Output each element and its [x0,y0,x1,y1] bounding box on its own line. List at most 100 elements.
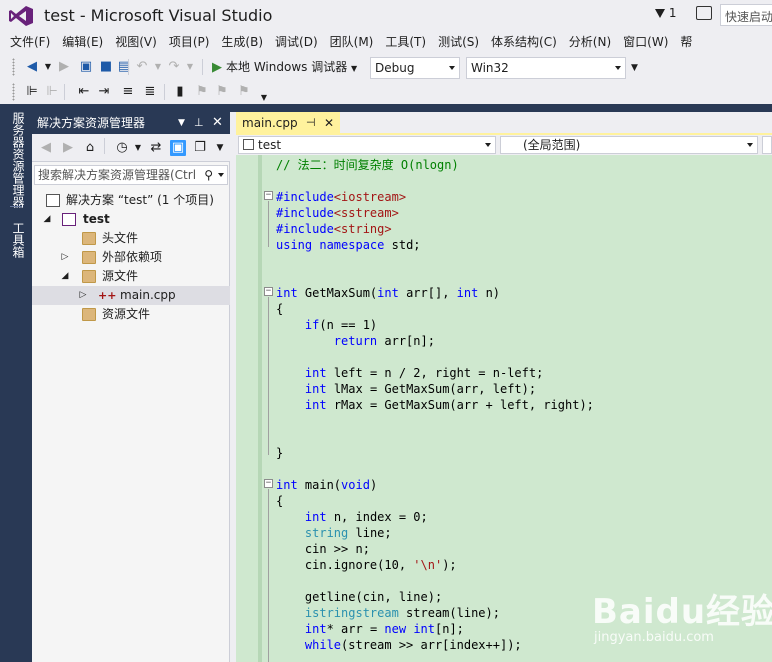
parameter-info-icon[interactable]: ⊩ [44,84,60,100]
tree-item-external-dependencies[interactable]: ▷ 外部依赖项 [32,248,230,267]
start-debugging-label: 本地 Windows 调试器 [226,60,348,74]
menu-bar: 文件(F) 编辑(E) 视图(V) 项目(P) 生成(B) 调试(D) 团队(M) 工具(T)… [0,32,772,52]
menu-architecture[interactable]: 体系结构(C) [485,32,563,52]
folder-icon [82,270,96,283]
tab-main-cpp[interactable]: main.cpp ⊣ ✕ [236,112,340,134]
bookmark-icon[interactable]: ▮ [172,84,188,100]
member-scope-select[interactable]: (全局范围) [500,136,758,154]
code-line: while(stream >> arr[index++]); [304,638,522,652]
tree-item-label: 资源文件 [102,307,151,321]
home-icon[interactable]: ⌂ [82,140,98,156]
chevron-down-icon[interactable]: ▼ [150,59,166,75]
menu-file[interactable]: 文件(F) [0,32,56,52]
tree-item-solution[interactable]: 解决方案 “test” (1 个项目) [32,191,230,210]
menu-tools[interactable]: 工具(T) [379,32,432,52]
undo-icon[interactable]: ↶ [134,59,150,75]
clear-bookmarks-icon[interactable]: ⚑ [236,84,252,100]
tab-divider [10,206,22,207]
pin-icon[interactable]: ⊣ [306,112,316,134]
menu-project[interactable]: 项目(P) [163,32,216,52]
menu-edit[interactable]: 编辑(E) [56,32,109,52]
save-all-icon[interactable]: ▤ [116,59,132,75]
notifications-button[interactable]: 1 [655,6,676,20]
toolbar-grip[interactable] [12,58,15,76]
third-navigation-select[interactable] [762,136,772,154]
solution-explorer-header: 解决方案资源管理器 ▼ ⊥ ✕ [32,112,230,134]
chevron-down-icon: ▼ [351,64,358,73]
collapse-outline-icon[interactable]: − [264,287,273,296]
back-icon[interactable]: ◀ [38,140,54,156]
tree-item-project[interactable]: ◢ test [32,210,230,229]
solution-configuration-select[interactable]: Debug [370,57,460,79]
forward-icon[interactable]: ▶ [60,140,76,156]
tree-item-header-files[interactable]: 头文件 [32,229,230,248]
collapse-outline-icon[interactable]: − [264,479,273,488]
code-editor[interactable]: − − − // 法二：时间复杂度 O(nlogn) #include<iostr… [236,155,772,662]
sync-with-document-icon[interactable]: ⇄ [148,140,164,156]
increase-indent-icon[interactable]: ⇥ [96,84,112,100]
show-all-files-icon[interactable]: ❐ [192,140,208,156]
save-icon[interactable]: ■ [98,59,114,75]
platform-value: Win32 [471,61,509,75]
collapse-outline-icon[interactable]: − [264,191,273,200]
server-explorer-tab[interactable]: 服务器资源管理器 [7,112,25,208]
quick-launch-input[interactable]: 快速启动 [720,4,772,26]
notification-count: 1 [668,6,677,20]
cpp-project-icon [62,213,76,226]
solution-platform-select[interactable]: Win32 [466,57,626,79]
solution-explorer-search-input[interactable]: 搜索解决方案资源管理器(Ctrl ⚲ [34,165,228,185]
menu-help[interactable]: 帮 [674,32,698,52]
folder-icon [82,308,96,321]
comment-lines-icon[interactable]: ≡ [120,84,136,100]
quick-info-icon[interactable]: ⊫ [24,84,40,100]
toolbar-grip[interactable] [12,83,15,101]
chevron-down-icon[interactable] [218,173,224,177]
close-icon[interactable]: ✕ [324,112,334,134]
search-placeholder: 搜索解决方案资源管理器(Ctrl [38,168,197,182]
pending-changes-filter-icon[interactable]: ◷ [114,140,130,156]
collapsed-arrow-icon[interactable]: ▷ [78,286,88,305]
start-debugging-button[interactable]: ▶ 本地 Windows 调试器 ▼ [212,57,357,77]
tree-item-resource-files[interactable]: 资源文件 [32,305,230,324]
redo-icon[interactable]: ↷ [166,59,182,75]
toolbar-overflow-icon[interactable]: ▼ [212,140,228,156]
menu-build[interactable]: 生成(B) [215,32,269,52]
chevron-down-icon[interactable]: ▼ [182,59,198,75]
menu-team[interactable]: 团队(M) [324,32,380,52]
close-icon[interactable]: ✕ [212,112,223,134]
new-project-icon[interactable]: ▣ [78,59,94,75]
tree-item-main-cpp[interactable]: ▷ ++ main.cpp [32,286,230,305]
cpp-file-icon: ++ [98,289,117,302]
expanded-arrow-icon[interactable]: ◢ [60,267,70,286]
menu-window[interactable]: 窗口(W) [617,32,674,52]
toolbar-overflow-icon[interactable]: ▼ [631,63,638,73]
toolbox-tab[interactable]: 工具箱 [7,222,25,258]
uncomment-lines-icon[interactable]: ≣ [142,84,158,100]
next-bookmark-icon[interactable]: ⚑ [214,84,230,100]
title-bar: test - Microsoft Visual Studio 1 快速启动 [0,0,772,32]
collapse-all-icon[interactable]: ▣ [170,140,186,156]
external-dependencies-icon [82,251,96,264]
tree-item-source-files[interactable]: ◢ 源文件 [32,267,230,286]
search-icon[interactable]: ⚲ [204,166,213,184]
toolbar-separator [128,59,129,75]
solution-icon [46,194,60,207]
standard-toolbar: ◀ ▼ ▶ ▣ ■ ▤ ↶ ▼ ↷ ▼ ▶ 本地 Windows 调试器 ▼ De… [0,55,772,79]
feedback-icon[interactable] [696,6,712,20]
expanded-arrow-icon[interactable]: ◢ [42,210,52,229]
navigate-back-icon[interactable]: ◀ [24,59,40,75]
window-position-icon[interactable]: ▼ [178,112,185,134]
previous-bookmark-icon[interactable]: ⚑ [194,84,210,100]
menu-view[interactable]: 视图(V) [109,32,163,52]
navigate-forward-icon[interactable]: ▶ [56,59,72,75]
chevron-down-icon[interactable]: ▼ [130,140,146,156]
project-scope-select[interactable]: test [238,136,496,154]
auto-hide-pin-icon[interactable]: ⊥ [194,112,204,134]
menu-debug[interactable]: 调试(D) [269,32,324,52]
selection-margin [258,155,262,662]
decrease-indent-icon[interactable]: ⇤ [76,84,92,100]
menu-test[interactable]: 测试(S) [432,32,485,52]
menu-analyze[interactable]: 分析(N) [563,32,617,52]
collapsed-arrow-icon[interactable]: ▷ [60,248,70,267]
chevron-down-icon[interactable]: ▼ [40,59,56,75]
